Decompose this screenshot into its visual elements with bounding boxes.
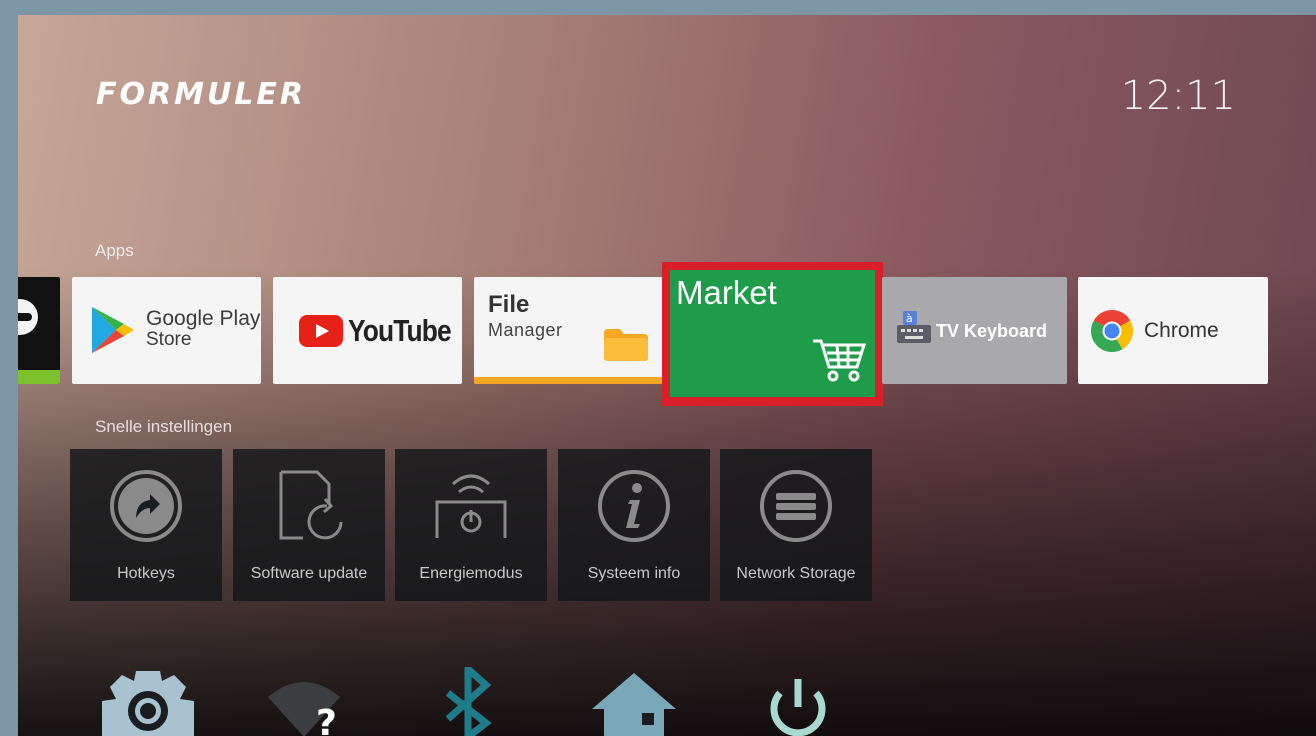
svg-text:?: ?: [316, 703, 337, 736]
bluetooth-icon[interactable]: [420, 667, 520, 736]
hotkey-arrow-icon: [110, 470, 182, 542]
info-icon: [598, 470, 670, 542]
app-tile-youtube[interactable]: YouTube: [273, 277, 462, 384]
app-tile-google-play[interactable]: Google Play Store: [72, 277, 261, 384]
app-tile-tv-keyboard[interactable]: à TV Keyboard: [882, 277, 1067, 384]
brand-logo: FORMULER: [96, 77, 307, 112]
quick-setting-system-info[interactable]: Systeem info: [558, 449, 710, 601]
energy-mode-label: Energiemodus: [419, 565, 523, 582]
chrome-icon: [1091, 310, 1133, 352]
home-network-icon[interactable]: [584, 667, 684, 736]
svg-text:à: à: [906, 312, 913, 325]
quick-setting-energy[interactable]: Energiemodus: [395, 449, 547, 601]
settings-gear-icon[interactable]: [98, 667, 198, 736]
app-tile-market[interactable]: Market: [670, 270, 875, 397]
app-tile-partial[interactable]: [18, 277, 60, 384]
shopping-cart-icon: [813, 339, 867, 382]
google-play-icon: [92, 307, 134, 353]
software-update-icon: [279, 470, 343, 540]
file-manager-subtitle: Manager: [488, 320, 563, 340]
app-tile-file-manager[interactable]: File Manager: [474, 277, 663, 384]
google-play-line2: Store: [146, 329, 192, 350]
software-update-label: Software update: [250, 565, 368, 582]
market-label: Market: [676, 274, 777, 311]
wifi-unknown-icon[interactable]: ?: [254, 667, 354, 736]
quick-setting-network-storage[interactable]: Network Storage: [720, 449, 872, 601]
youtube-label: YouTube: [348, 313, 452, 348]
tile-accent-bar: [474, 377, 663, 384]
tv-home-screen: FORMULER 12:11 Apps Google Play Store Yo…: [18, 15, 1316, 736]
energy-mode-icon: [435, 474, 507, 538]
folder-icon: [604, 329, 648, 361]
hotkeys-label: Hotkeys: [117, 565, 175, 582]
power-icon[interactable]: [748, 667, 848, 736]
app-icon: [18, 299, 38, 335]
tile-stripe: [18, 370, 60, 384]
quick-setting-software-update[interactable]: Software update: [233, 449, 385, 601]
quick-setting-hotkeys[interactable]: Hotkeys: [70, 449, 222, 601]
google-play-label: Google Play Store: [146, 308, 260, 350]
app-tile-chrome[interactable]: Chrome: [1078, 277, 1268, 384]
apps-section-title: Apps: [95, 241, 134, 260]
file-manager-title: File: [488, 291, 530, 318]
google-play-line1: Google Play: [146, 307, 261, 330]
youtube-play-icon: [299, 315, 343, 347]
focus-highlight: Market: [662, 262, 883, 406]
chrome-label: Chrome: [1144, 319, 1219, 342]
tv-keyboard-label: TV Keyboard: [936, 321, 1048, 341]
clock: 12:11: [1120, 73, 1236, 119]
network-storage-label: Network Storage: [736, 565, 856, 582]
network-storage-icon: [760, 470, 832, 542]
quick-settings-title: Snelle instellingen: [95, 417, 233, 436]
system-info-label: Systeem info: [587, 565, 681, 582]
keyboard-icon: à: [897, 311, 931, 343]
